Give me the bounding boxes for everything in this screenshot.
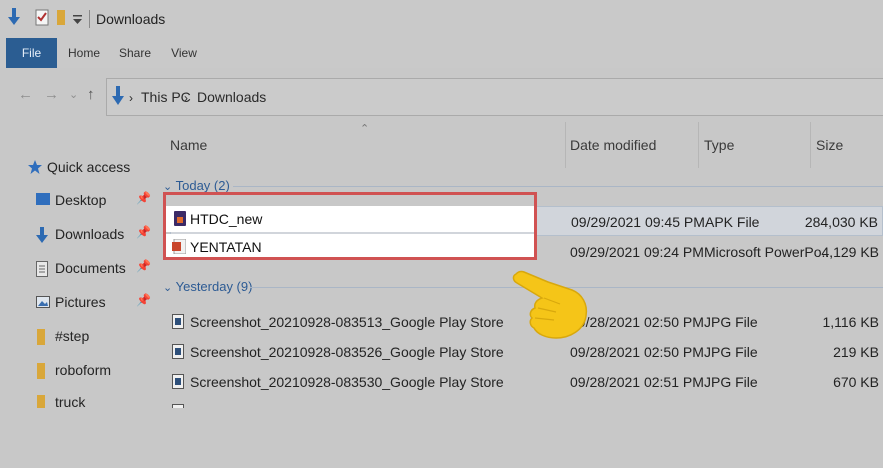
file-row-partial[interactable]: [170, 397, 883, 408]
download-arrow-icon[interactable]: [8, 8, 20, 31]
download-arrow-icon: [112, 86, 124, 111]
column-divider[interactable]: [698, 122, 699, 168]
column-divider[interactable]: [565, 122, 566, 168]
title-separator: [89, 10, 90, 28]
file-row-screenshot-083530[interactable]: Screenshot_20210928-083530_Google Play S…: [170, 367, 883, 397]
new-folder-icon[interactable]: [56, 8, 66, 31]
window-title: Downloads: [96, 11, 166, 27]
image-file-icon: [172, 374, 184, 394]
pointing-hand-icon: [508, 268, 590, 345]
documents-icon: [36, 261, 48, 282]
column-divider[interactable]: [810, 122, 811, 168]
ribbon: File Home Share View: [0, 38, 883, 69]
pictures-icon: [36, 295, 50, 313]
column-header-date[interactable]: Date modified: [570, 137, 656, 153]
navigation-pane: Quick access Desktop 📌 Downloads 📌 Docum…: [0, 122, 155, 408]
column-header-size[interactable]: Size: [816, 137, 843, 153]
status-area: [0, 408, 883, 468]
tab-home[interactable]: Home: [62, 38, 106, 68]
tab-file[interactable]: File: [6, 38, 57, 68]
address-row: ← → ⌄ ↑ › This PC › Downloads: [0, 68, 883, 122]
up-arrow-icon[interactable]: ↑: [87, 85, 95, 105]
download-arrow-icon: [36, 227, 48, 249]
sidebar-item-pictures[interactable]: Pictures 📌: [36, 292, 155, 314]
breadcrumb-separator-icon: ›: [129, 91, 133, 105]
desktop-icon: [36, 193, 50, 211]
sort-ascending-icon: ⌃: [360, 123, 370, 135]
breadcrumb-separator-icon: ›: [184, 91, 188, 105]
tab-view[interactable]: View: [164, 38, 204, 68]
customize-toolbar-icon[interactable]: [73, 12, 82, 30]
sidebar-item-roboform[interactable]: roboform: [36, 360, 155, 382]
group-header-yesterday[interactable]: ⌄ Yesterday (9): [163, 279, 252, 294]
group-header-today[interactable]: ⌄ Today (2): [163, 178, 230, 193]
breadcrumb-downloads[interactable]: Downloads: [197, 89, 266, 105]
folder-icon: [36, 329, 46, 350]
sidebar-item-documents[interactable]: Documents 📌: [36, 258, 155, 280]
column-header-name[interactable]: Name: [170, 137, 207, 153]
title-bar: Downloads: [0, 0, 883, 38]
address-bar[interactable]: › This PC › Downloads: [106, 78, 883, 116]
highlight-box: [163, 192, 537, 260]
pin-icon[interactable]: 📌: [136, 259, 151, 273]
tab-share[interactable]: Share: [114, 38, 156, 68]
sidebar-item-quick-access[interactable]: Quick access: [28, 157, 148, 179]
sidebar-item-downloads[interactable]: Downloads 📌: [36, 224, 155, 246]
forward-arrow-icon[interactable]: →: [44, 85, 59, 105]
image-file-icon: [172, 314, 184, 334]
image-file-icon: [172, 344, 184, 364]
pin-icon[interactable]: 📌: [136, 191, 151, 205]
sidebar-item-desktop[interactable]: Desktop 📌: [36, 190, 155, 212]
group-divider: [233, 186, 883, 187]
sidebar-item-step[interactable]: #step: [36, 326, 155, 348]
sidebar-item-truck[interactable]: truck: [36, 392, 155, 408]
file-list: ⌃ Name Date modified Type Size ⌄ Today (…: [155, 122, 883, 408]
properties-icon[interactable]: [35, 8, 49, 31]
recent-locations-chevron-icon[interactable]: ⌄: [69, 85, 78, 105]
star-icon: [28, 160, 42, 179]
chevron-down-icon: ⌄: [163, 282, 173, 294]
pin-icon[interactable]: 📌: [136, 293, 151, 307]
folder-icon: [36, 395, 46, 408]
folder-icon: [36, 363, 46, 384]
back-arrow-icon[interactable]: ←: [18, 85, 33, 105]
column-header-type[interactable]: Type: [704, 137, 734, 153]
pin-icon[interactable]: 📌: [136, 225, 151, 239]
